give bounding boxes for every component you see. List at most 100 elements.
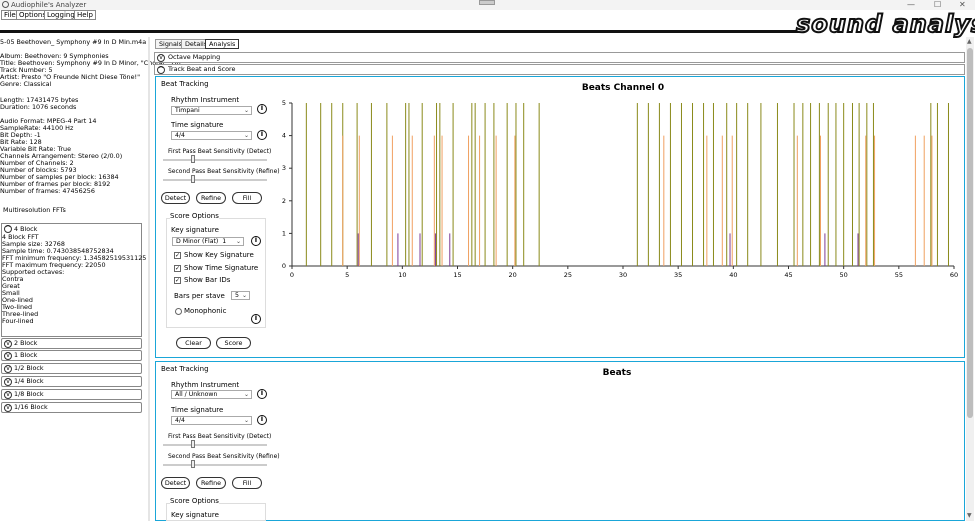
block-1-4[interactable]: v 1/4 Block [1, 376, 142, 387]
expand-icon[interactable]: v [4, 404, 12, 412]
expand-icon[interactable]: v [4, 391, 12, 399]
info-line: Number of frames: 47456256 [0, 187, 95, 195]
block-1-8[interactable]: v 1/8 Block [1, 389, 142, 400]
second-pass-slider[interactable] [163, 464, 267, 466]
info-icon[interactable]: i [257, 415, 267, 425]
show-key-signature-checkbox[interactable]: ✓ [174, 252, 181, 259]
time-signature-select[interactable]: 4/4 ⌄ [171, 131, 252, 140]
beats-chart-title: Beats [602, 368, 632, 378]
show-time-signature-checkbox[interactable]: ✓ [174, 265, 181, 272]
x-tick-label: 10 [398, 271, 406, 279]
key-signature-label: Key signature [171, 511, 219, 519]
second-pass-thumb[interactable] [191, 175, 195, 183]
chevron-down-icon: ⌄ [243, 132, 249, 139]
time-signature-label: Time signature [171, 406, 224, 414]
show-bar-ids-label: Show Bar IDs [184, 276, 231, 284]
info-line: Duration: 1076 seconds [0, 103, 77, 111]
banner-line [0, 30, 800, 33]
beat-tracking-panel-2 [155, 361, 965, 521]
key-signature-select[interactable]: D Minor (Flat) 1 ⌄ [172, 237, 244, 246]
detect-button[interactable]: Detect [161, 192, 190, 204]
select-value: 4/4 [175, 132, 185, 139]
x-tick-label: 20 [509, 271, 517, 279]
fft-block-panel: ^ 4 Block 4 Block FFT Sample size: 32768… [1, 223, 146, 337]
block-2[interactable]: v2 Block [1, 338, 142, 349]
info-icon[interactable]: i [257, 104, 267, 114]
fft-line: Great [2, 282, 20, 290]
panel-title: Beat Tracking [161, 80, 209, 88]
show-time-signature-label: Show Time Signature [184, 264, 259, 272]
info-icon[interactable]: i [251, 314, 261, 324]
score-button[interactable]: Score [216, 337, 251, 349]
time-signature-select[interactable]: 4/4 ⌄ [171, 416, 252, 425]
expand-icon[interactable]: v [157, 54, 165, 62]
section-track-beat[interactable]: ^ Track Beat and Score [154, 64, 965, 75]
rhythm-instrument-select[interactable]: Timpani ⌄ [171, 106, 252, 115]
bars-per-stave-select[interactable]: 5 ⌄ [231, 291, 250, 300]
info-icon[interactable]: i [257, 389, 267, 399]
first-pass-thumb[interactable] [191, 440, 195, 448]
menu-help[interactable]: Help [74, 10, 96, 20]
menu-logging[interactable]: Logging [44, 10, 78, 20]
section-label: Octave Mapping [168, 53, 221, 61]
collapse-icon[interactable]: ^ [157, 66, 165, 74]
detect-button[interactable]: Detect [161, 477, 190, 489]
splitter[interactable] [148, 37, 150, 521]
block-label: 1/8 Block [14, 390, 44, 398]
block-1-16[interactable]: v 1/16 Block [1, 402, 142, 413]
x-tick-label: 35 [674, 271, 682, 279]
monophonic-radio[interactable] [175, 308, 182, 315]
fft-block-header[interactable]: 4 Block [14, 225, 37, 233]
scroll-up-icon[interactable]: ▲ [967, 38, 972, 45]
block-label: 1/2 Block [14, 364, 44, 372]
first-pass-thumb[interactable] [191, 155, 195, 163]
fill-button[interactable]: Fill [232, 192, 262, 204]
show-bar-ids-checkbox[interactable]: ✓ [174, 277, 181, 284]
refine-button[interactable]: Refine [196, 192, 226, 204]
block-label: 1/4 Block [14, 377, 44, 385]
window-grip[interactable] [479, 0, 495, 5]
app-icon [2, 1, 9, 8]
fft-line: Supported octaves: [2, 268, 65, 276]
time-signature-label: Time signature [171, 121, 224, 129]
expand-icon[interactable]: v [4, 352, 12, 360]
sound-analysis-logo: sound analysis [795, 10, 975, 38]
first-pass-slider[interactable] [163, 159, 267, 161]
clear-button[interactable]: Clear [176, 337, 211, 349]
tab-analysis[interactable]: Analysis [205, 39, 240, 49]
second-pass-label: Second Pass Beat Sensitivity (Refine) [168, 168, 280, 175]
x-tick-label: 15 [453, 271, 461, 279]
maximize-button[interactable]: ☐ [934, 0, 941, 9]
section-octave-mapping[interactable]: v Octave Mapping [154, 52, 965, 63]
expand-icon[interactable]: v [4, 365, 12, 373]
block-label: 1/16 Block [14, 403, 48, 411]
info-icon[interactable]: i [251, 236, 261, 246]
info-icon[interactable]: i [257, 130, 267, 140]
rhythm-instrument-select[interactable]: All / Unknown ⌄ [171, 390, 252, 399]
y-tick-label: 0 [282, 262, 286, 270]
select-value: D Minor (Flat) [176, 238, 219, 245]
refine-button[interactable]: Refine [196, 477, 226, 489]
y-tick-label: 4 [282, 132, 286, 140]
chevron-down-icon: ⌄ [243, 391, 249, 398]
second-pass-slider[interactable] [163, 179, 267, 181]
select-value: 5 [235, 292, 239, 299]
minimize-button[interactable]: — [907, 0, 915, 9]
expand-icon[interactable]: v [4, 378, 12, 386]
scrollbar-thumb[interactable] [967, 48, 973, 418]
x-tick-label: 45 [784, 271, 792, 279]
block-label: 2 Block [14, 339, 38, 347]
first-pass-slider[interactable] [163, 444, 267, 446]
beats-chart: 0123450 5 10 15 20 25 30 35 40 45 50 55 60 [282, 99, 958, 279]
fill-button[interactable]: Fill [232, 477, 262, 489]
block-1[interactable]: v1 Block [1, 350, 142, 361]
scroll-down-icon[interactable]: ▼ [967, 512, 972, 519]
second-pass-thumb[interactable] [191, 460, 195, 468]
collapse-icon[interactable]: ^ [4, 225, 12, 233]
second-pass-label: Second Pass Beat Sensitivity (Refine) [168, 453, 280, 460]
close-button[interactable]: ✕ [959, 0, 966, 9]
block-1-2[interactable]: v 1/2 Block [1, 363, 142, 374]
expand-icon[interactable]: v [4, 340, 12, 348]
x-tick-label: 25 [564, 271, 572, 279]
y-tick-label: 1 [282, 229, 286, 237]
